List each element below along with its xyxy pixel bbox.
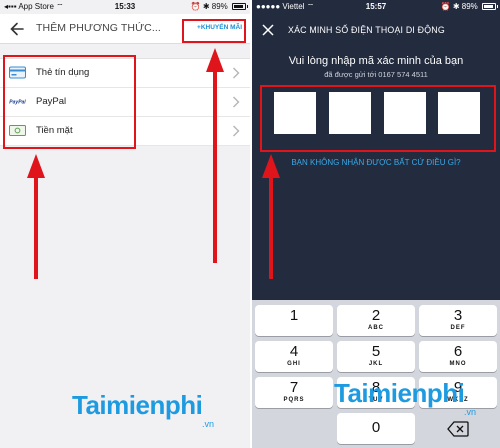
cash-icon — [9, 125, 26, 136]
resend-code-link[interactable]: BẠN KHÔNG NHẬN ĐƯỢC BẤT CỨ ĐIỀU GÌ? — [252, 158, 500, 167]
code-digit-input-2[interactable] — [329, 92, 371, 134]
key-5[interactable]: 5 JKL — [337, 341, 415, 372]
battery-icon — [232, 3, 248, 10]
key-1[interactable]: 1 — [255, 305, 333, 336]
code-digit-input-4[interactable] — [438, 92, 480, 134]
code-digit-input-1[interactable] — [274, 92, 316, 134]
key-0[interactable]: 0 — [337, 413, 415, 444]
page-title: THÊM PHƯƠNG THỨC... — [36, 22, 161, 34]
chevron-right-icon — [233, 67, 240, 79]
back-arrow-icon[interactable] — [8, 20, 26, 38]
payment-method-cash[interactable]: Tiền mặt — [0, 117, 250, 146]
credit-card-icon — [9, 66, 26, 79]
key-7[interactable]: 7 PQRS — [255, 377, 333, 408]
key-4[interactable]: 4 GHI — [255, 341, 333, 372]
key-8[interactable]: 8 TUV — [337, 377, 415, 408]
numeric-keypad: 1 2 ABC 3 DEF 4 GHI 5 JKL 6 MNO 7 PQRS 8 TUV 9W… — [252, 300, 500, 448]
watermark: Taimienphi .vn — [72, 390, 215, 429]
payment-method-label: Thẻ tín dụng — [36, 67, 90, 78]
sent-to-text: đã được gửi tới 0167 574 4511 — [324, 70, 428, 79]
left-screen: ◂▪▪▪ App Store ⌔ 15:33 ⏰ ✱ 89% THÊM PHƯƠ… — [0, 0, 250, 448]
verification-prompt: Vui lòng nhập mã xác minh của bạn — [288, 55, 464, 67]
battery-percent: 89% — [211, 2, 228, 11]
key-blank — [255, 413, 333, 444]
key-6[interactable]: 6 MNO — [419, 341, 497, 372]
payment-method-label: Tiền mặt — [36, 125, 73, 136]
alarm-icon: ⏰ — [440, 2, 451, 11]
payment-method-list: Thẻ tín dụng PayPal PayPal Tiền mặt — [0, 58, 250, 146]
battery-percent: 89% — [461, 2, 478, 11]
key-9[interactable]: 9 WXYZ — [419, 377, 497, 408]
promo-button[interactable]: +KHUYẾN MÃI — [197, 24, 242, 31]
nav-bar: THÊM PHƯƠNG THỨC... +KHUYẾN MÃI — [0, 14, 250, 44]
close-icon[interactable] — [262, 24, 274, 36]
paypal-icon: PayPal — [9, 97, 26, 106]
bluetooth-icon: ✱ — [202, 2, 210, 11]
chevron-right-icon — [233, 125, 240, 137]
key-3[interactable]: 3 DEF — [419, 305, 497, 336]
right-screen: ●●●●● Viettel ⌔ 15:57 ⏰ ✱ 89% XÁC MINH S… — [252, 0, 500, 448]
key-delete[interactable] — [419, 413, 497, 444]
code-digit-input-3[interactable] — [384, 92, 426, 134]
backspace-icon — [447, 421, 469, 437]
up-arrow-annotation — [27, 154, 45, 279]
payment-method-credit-card[interactable]: Thẻ tín dụng — [0, 59, 250, 88]
alarm-icon: ⏰ — [190, 2, 201, 11]
page-title: XÁC MINH SỐ ĐIỆN THOẠI DI ĐỘNG — [288, 25, 445, 35]
chevron-right-icon — [233, 96, 240, 108]
svg-text:PayPal: PayPal — [9, 100, 26, 106]
up-arrow-annotation — [262, 154, 280, 279]
bluetooth-icon: ✱ — [452, 2, 460, 11]
nav-bar: XÁC MINH SỐ ĐIỆN THOẠI DI ĐỘNG — [252, 14, 500, 48]
payment-method-paypal[interactable]: PayPal PayPal — [0, 88, 250, 117]
status-bar: ◂▪▪▪ App Store ⌔ 15:33 ⏰ ✱ 89% — [0, 0, 250, 14]
key-2[interactable]: 2 ABC — [337, 305, 415, 336]
status-bar: ●●●●● Viettel ⌔ 15:57 ⏰ ✱ 89% — [252, 0, 500, 14]
payment-method-label: PayPal — [36, 96, 67, 107]
battery-icon — [482, 3, 498, 10]
